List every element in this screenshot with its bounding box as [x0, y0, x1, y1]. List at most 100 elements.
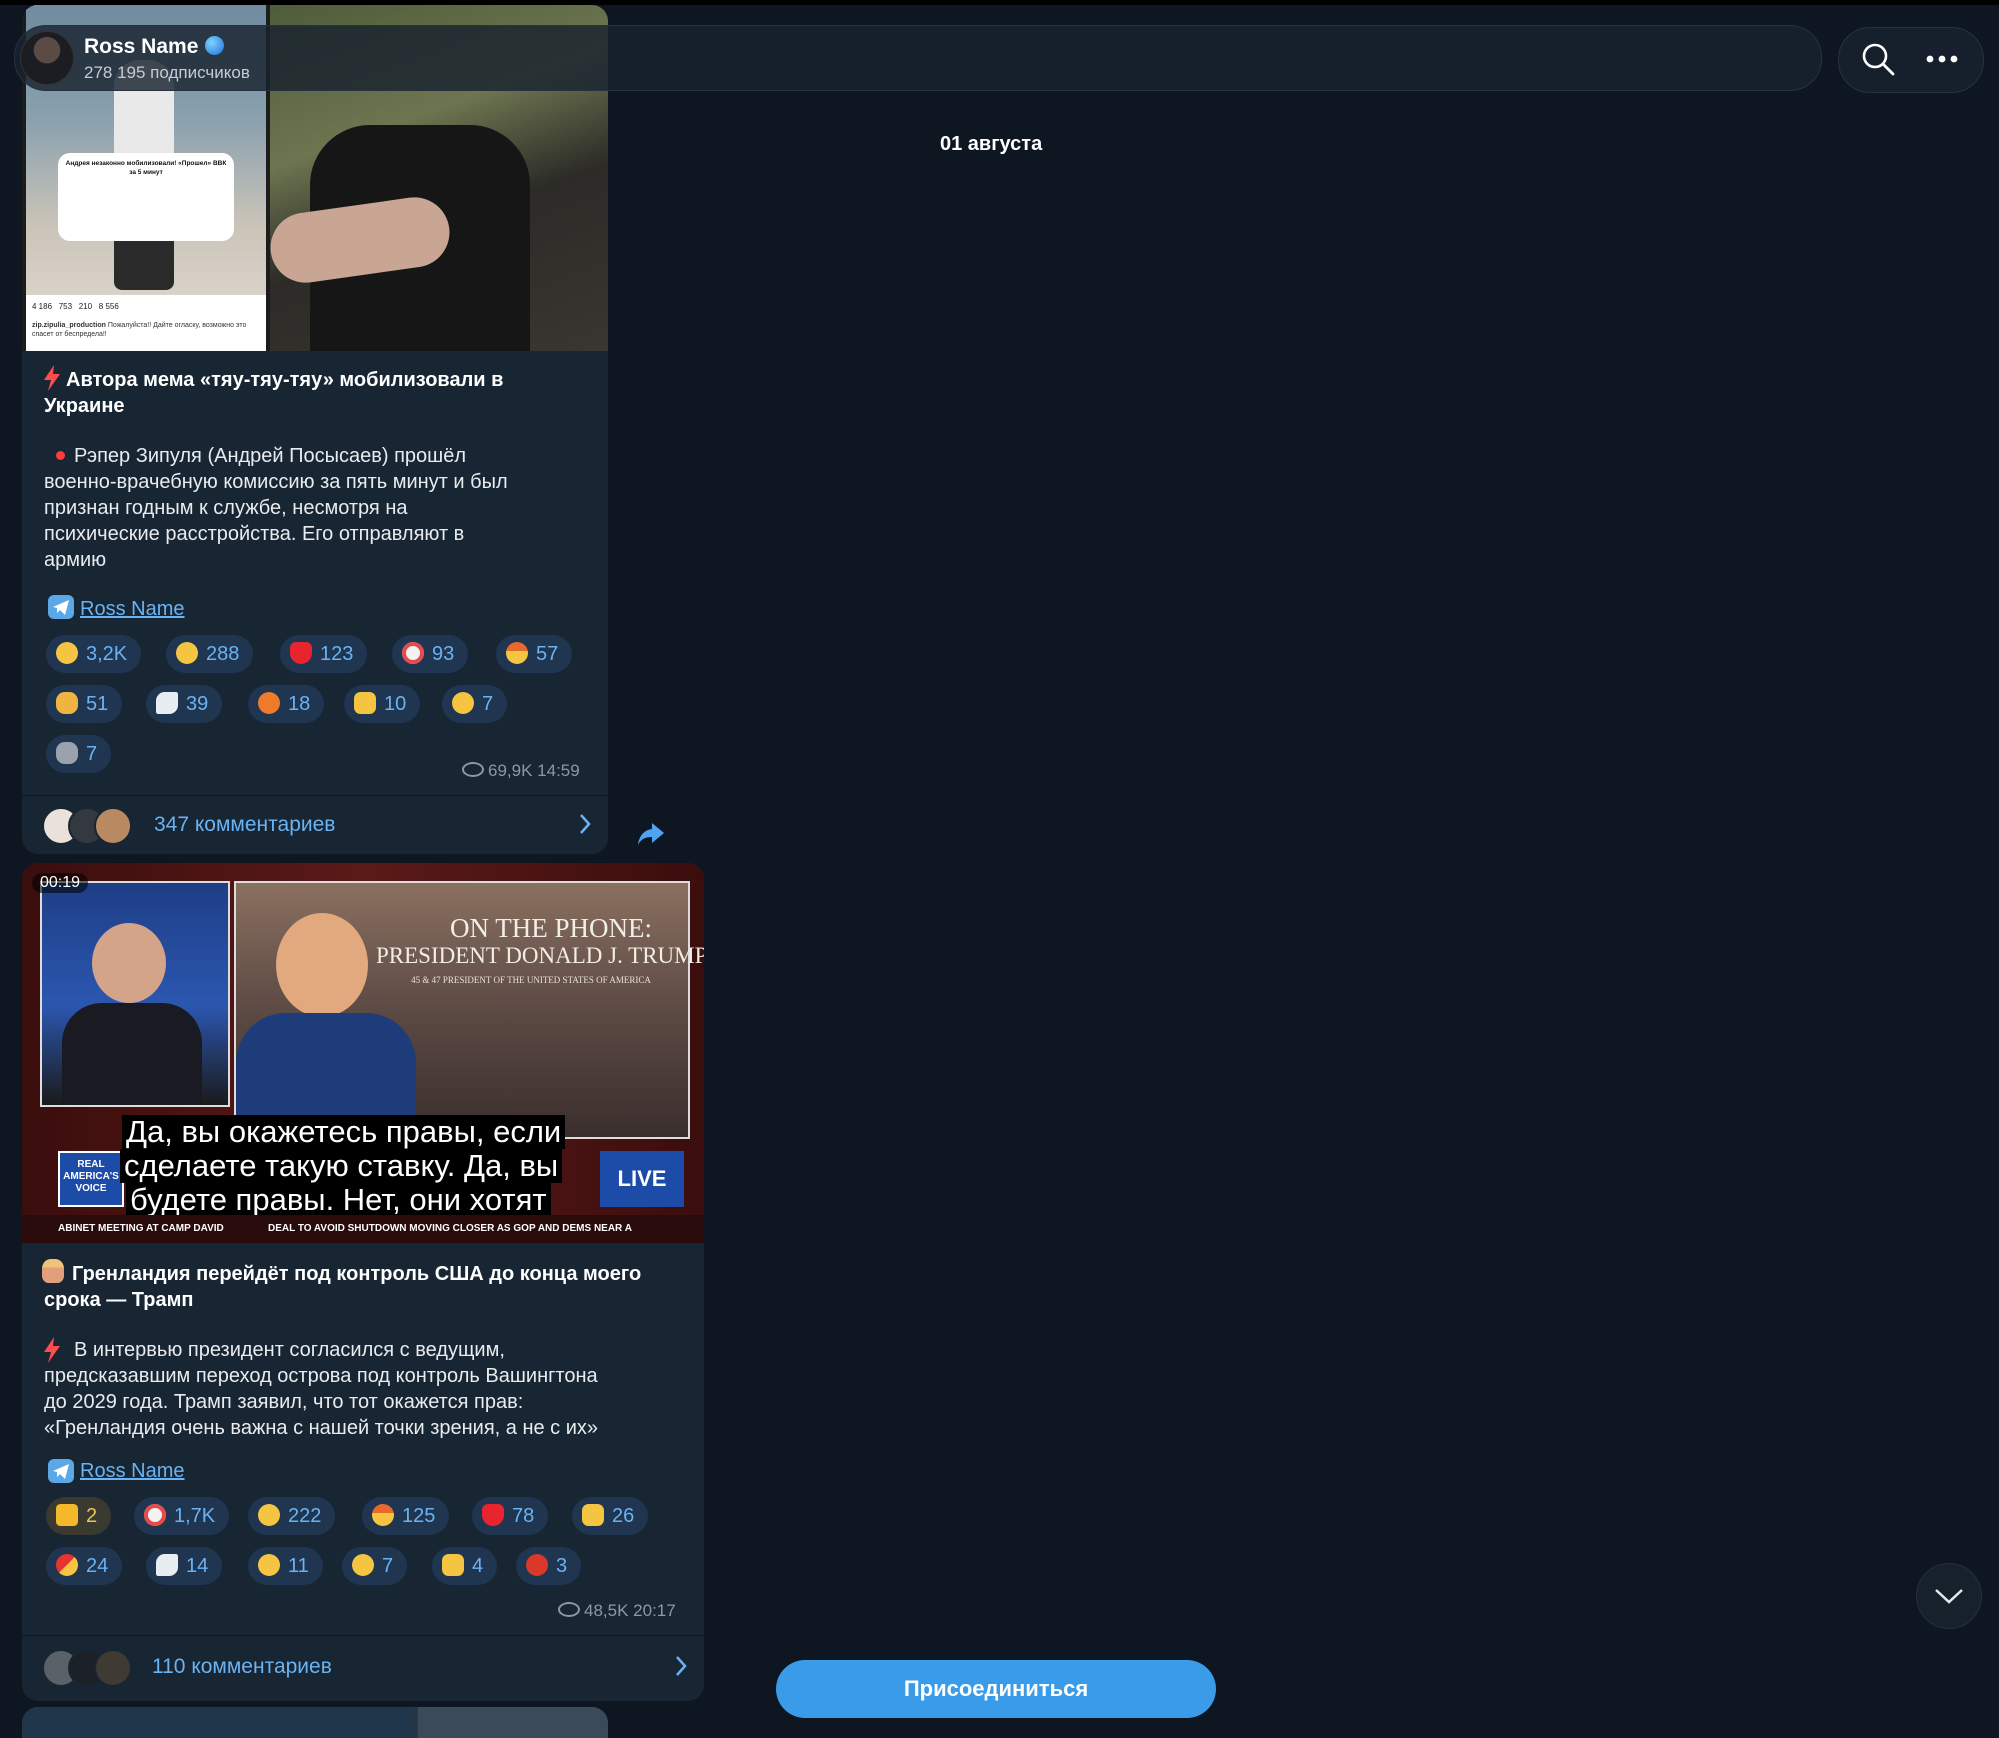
- share-icon[interactable]: [636, 821, 666, 847]
- reaction-cursing[interactable]: 3: [516, 1547, 582, 1585]
- clown-face-icon: [144, 1504, 166, 1526]
- video-subtitle-line-3: будете правы. Нет, они хотят: [126, 1183, 551, 1217]
- clown-face-icon: [402, 642, 424, 664]
- star-icon: [56, 1504, 78, 1526]
- reaction-woozy[interactable]: 7: [342, 1547, 408, 1585]
- grinning-face-icon: [452, 692, 474, 714]
- reaction-heart[interactable]: 78: [472, 1497, 549, 1535]
- screenshot-caption: zip.zipulia_production Пожалуйста!! Дайт…: [32, 322, 247, 338]
- reaction-grinning[interactable]: 7: [442, 685, 508, 723]
- post-1-title: Автора мема «тяу-тяу-тяу» мобилизовали в…: [44, 369, 504, 417]
- reposts-count: 210: [78, 302, 93, 311]
- reaction-thumbs-up[interactable]: 26: [572, 1497, 649, 1535]
- post-2-body: В интервью президент согласился с ведущи…: [44, 1339, 599, 1439]
- grinning-face-icon: [258, 1554, 280, 1576]
- reaction-dove[interactable]: 39: [146, 685, 223, 723]
- reaction-clown[interactable]: 1,7K: [134, 1497, 230, 1535]
- angry-face-icon: [258, 692, 280, 714]
- woozy-face-icon: [352, 1554, 374, 1576]
- elephant-icon: [56, 742, 78, 764]
- red-heart-icon: [290, 642, 312, 664]
- reaction-star[interactable]: 2: [46, 1497, 112, 1535]
- reaction-grinning[interactable]: 11: [248, 1547, 323, 1585]
- channel-name: Ross Name: [84, 35, 225, 59]
- reaction-rofl[interactable]: 288: [166, 635, 254, 673]
- reaction-exploding[interactable]: 57: [496, 635, 573, 673]
- exploding-head-icon: [372, 1504, 394, 1526]
- post-2-title: Гренландия перейдёт под контроль США до …: [44, 1263, 642, 1311]
- post-1-source-link[interactable]: Ross Name: [80, 598, 184, 621]
- eye-icon: [462, 762, 484, 777]
- live-badge: LIVE: [600, 1151, 684, 1207]
- post-2-meta: 48,5K 20:17: [558, 1601, 676, 1621]
- guest-frame: ON THE PHONE: PRESIDENT DONALD J. TRUMP …: [234, 881, 704, 1139]
- commenter-avatar: [94, 807, 132, 845]
- views-count: 8 556: [98, 302, 119, 311]
- screenshot-stats: 4 186 753 210 8 556: [32, 302, 260, 311]
- reaction-exploding[interactable]: 125: [362, 1497, 450, 1535]
- join-channel-button[interactable]: Присоединиться: [776, 1660, 1216, 1718]
- comments-count: 753: [58, 302, 73, 311]
- post-2: ON THE PHONE: PRESIDENT DONALD J. TRUMP …: [22, 863, 704, 1701]
- anchor-frame: [40, 881, 230, 1107]
- post-1-comments-link[interactable]: 347 комментариев: [154, 813, 335, 837]
- thumbs-down-icon: [442, 1554, 464, 1576]
- chevron-right-icon[interactable]: [674, 1655, 688, 1677]
- reaction-pill[interactable]: 24: [46, 1547, 123, 1585]
- post-1-meta: 69,9K 14:59: [462, 761, 580, 781]
- network-badge: REAL AMERICA'S VOICE: [58, 1151, 124, 1207]
- date-separator: 01 августа: [940, 133, 1043, 155]
- video-title-line-1: ON THE PHONE:: [450, 913, 652, 943]
- video-subtitle-line-2: сделаете такую ставку. Да, вы: [120, 1149, 563, 1183]
- reaction-thumbs-down[interactable]: 4: [432, 1547, 498, 1585]
- crying-face-icon: [56, 642, 78, 664]
- pointing-hand-icon: [56, 692, 78, 714]
- exploding-head-icon: [506, 642, 528, 664]
- post-2-comments-link[interactable]: 110 комментариев: [152, 1655, 332, 1679]
- post-3-media-peek[interactable]: [22, 1707, 608, 1738]
- reaction-thumbs-up[interactable]: 10: [344, 685, 421, 723]
- post-2-video[interactable]: ON THE PHONE: PRESIDENT DONALD J. TRUMP …: [22, 863, 704, 1243]
- post-1-body: Рэпер Зипуля (Андрей Посысаев) прошёл во…: [44, 445, 508, 571]
- post-1: Андрея незаконно мобилизовали! «Прошел» …: [22, 5, 608, 854]
- video-duration-badge: 00:19: [32, 873, 89, 893]
- scroll-down-button[interactable]: [1916, 1563, 1982, 1629]
- post-1-divider: [22, 795, 608, 796]
- commenter-avatar: [94, 1649, 132, 1687]
- chat-area: Андрея незаконно мобилизовали! «Прошел» …: [0, 5, 1999, 1738]
- pill-icon: [56, 1554, 78, 1576]
- eye-icon: [558, 1602, 580, 1617]
- telegram-icon: [48, 595, 74, 619]
- rofl-face-icon: [258, 1504, 280, 1526]
- thumbs-up-icon: [582, 1504, 604, 1526]
- more-options-icon[interactable]: [1920, 41, 1964, 77]
- dove-icon: [156, 1554, 178, 1576]
- reaction-angry[interactable]: 18: [248, 685, 325, 723]
- reaction-crying[interactable]: 3,2K: [46, 635, 142, 673]
- reaction-elephant[interactable]: 7: [46, 735, 112, 773]
- video-title-line-2: PRESIDENT DONALD J. TRUMP: [376, 943, 704, 968]
- news-ticker: ABINET MEETING AT CAMP DAVID DEAL TO AVO…: [22, 1215, 704, 1243]
- screenshot-note: Андрея незаконно мобилизовали! «Прошел» …: [58, 153, 234, 241]
- cursing-face-icon: [526, 1554, 548, 1576]
- rofl-face-icon: [176, 642, 198, 664]
- reaction-dove[interactable]: 14: [146, 1547, 223, 1585]
- red-heart-icon: [482, 1504, 504, 1526]
- telegram-icon: [48, 1459, 74, 1483]
- reaction-rofl[interactable]: 222: [248, 1497, 336, 1535]
- channel-header[interactable]: [14, 25, 1822, 91]
- subscriber-count: 278 195 подписчиков: [84, 63, 250, 82]
- globe-icon: [205, 36, 225, 55]
- dove-icon: [156, 692, 178, 714]
- chevron-down-icon: [1935, 1589, 1963, 1604]
- search-icon[interactable]: [1860, 41, 1896, 77]
- post-2-divider: [22, 1635, 704, 1636]
- reaction-clown[interactable]: 93: [392, 635, 469, 673]
- thumbs-up-icon: [354, 692, 376, 714]
- reaction-heart[interactable]: 123: [280, 635, 368, 673]
- post-2-source-link[interactable]: Ross Name: [80, 1460, 184, 1483]
- likes-count: 4 186: [32, 302, 53, 311]
- channel-avatar[interactable]: [20, 31, 74, 85]
- chevron-right-icon[interactable]: [578, 813, 592, 835]
- reaction-pointing[interactable]: 51: [46, 685, 123, 723]
